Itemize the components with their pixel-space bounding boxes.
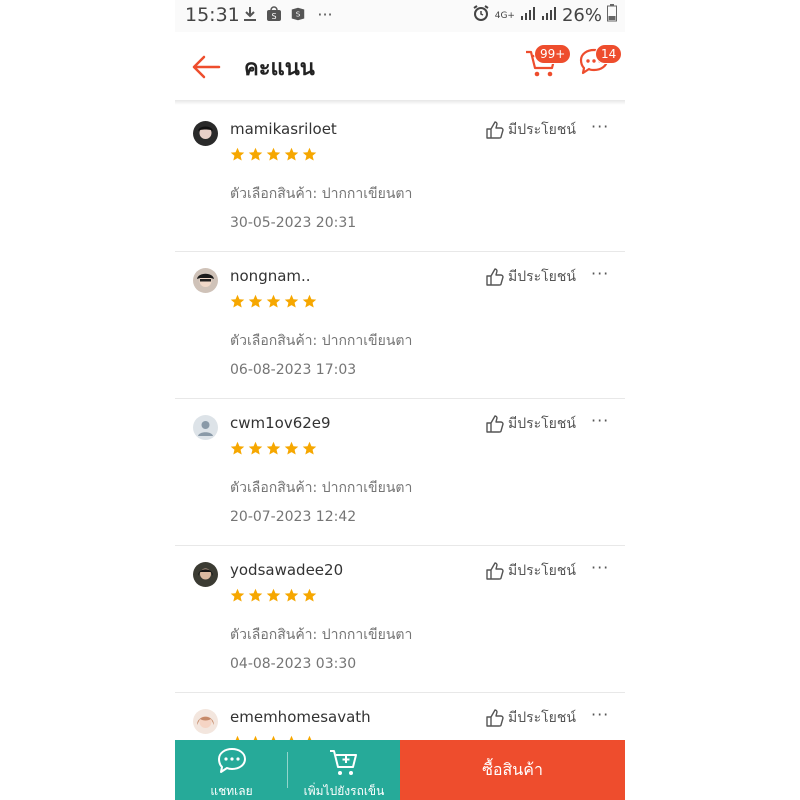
star-icon [248, 294, 263, 308]
avatar[interactable] [193, 268, 218, 293]
shopee-icon: S [266, 6, 282, 22]
shopee-bag-icon: S [290, 6, 306, 22]
review-item: cwm1ov62e9 มีประโยชน์ ··· ตัวเลือกสินค้า… [175, 399, 625, 546]
cart-count-badge: 99+ [534, 44, 572, 64]
helpful-button[interactable]: มีประโยชน์ [486, 119, 576, 141]
star-icon [266, 147, 281, 161]
star-rating [230, 588, 317, 603]
star-icon [230, 588, 245, 602]
review-username: yodsawadee20 [230, 561, 344, 579]
review-date: 04-08-2023 03:30 [230, 656, 357, 672]
star-rating [230, 441, 317, 456]
star-icon [248, 441, 263, 455]
star-icon [302, 294, 317, 308]
helpful-button[interactable]: มีประโยชน์ [486, 413, 576, 435]
review-variation: ตัวเลือกสินค้า: ปากกาเขียนตา [230, 333, 413, 349]
arrow-left-icon [192, 55, 221, 79]
star-icon [284, 588, 299, 602]
review-date: 30-05-2023 20:31 [230, 215, 357, 231]
helpful-label: มีประโยชน์ [508, 122, 576, 138]
thumbs-up-icon [486, 121, 504, 139]
review-item: mamikasriloet มีประโยชน์ ··· ตัวเลือกสิน… [175, 105, 625, 252]
avatar[interactable] [193, 709, 218, 734]
helpful-label: มีประโยชน์ [508, 416, 576, 432]
chat-bubble-icon [217, 748, 246, 773]
thumbs-up-icon [486, 268, 504, 286]
battery-percent: 26% [561, 5, 602, 26]
avatar[interactable] [193, 562, 218, 587]
review-item: nongnam.. มีประโยชน์ ··· ตัวเลือกสินค้า:… [175, 252, 625, 399]
star-icon [266, 588, 281, 602]
app-screen: 15:31 S S ··· 4G+ 26% คะแนน 99+ 14 mamik… [175, 0, 625, 800]
star-icon [248, 588, 263, 602]
star-icon [284, 294, 299, 308]
review-variation: ตัวเลือกสินค้า: ปากกาเขียนตา [230, 627, 413, 643]
page-title: คะแนน [244, 56, 315, 81]
network-type: 4G+ [494, 10, 515, 21]
add-to-cart-label: เพิ่มไปยังรถเข็น [303, 784, 385, 798]
more-options-icon[interactable]: ··· [591, 705, 609, 724]
thumbs-up-icon [486, 562, 504, 580]
star-rating [230, 147, 317, 162]
review-variation: ตัวเลือกสินค้า: ปากกาเขียนตา [230, 186, 413, 202]
bottom-action-bar: แชทเลย เพิ่มไปยังรถเข็น ซื้อสินค้า [175, 740, 625, 800]
star-icon [284, 147, 299, 161]
add-to-cart-icon [330, 750, 357, 775]
helpful-label: มีประโยชน์ [508, 563, 576, 579]
review-username: cwm1ov62e9 [230, 414, 331, 432]
svg-text:S: S [271, 12, 276, 21]
review-date: 20-07-2023 12:42 [230, 509, 357, 525]
star-icon [230, 147, 245, 161]
review-username: mamikasriloet [230, 120, 337, 138]
chat-count-badge: 14 [595, 44, 623, 64]
avatar[interactable] [193, 121, 218, 146]
svg-text:S: S [296, 10, 301, 19]
avatar[interactable] [193, 415, 218, 440]
helpful-button[interactable]: มีประโยชน์ [486, 266, 576, 288]
star-icon [284, 441, 299, 455]
add-to-cart-button[interactable]: เพิ่มไปยังรถเข็น [288, 740, 400, 800]
helpful-button[interactable]: มีประโยชน์ [486, 707, 576, 729]
app-header: คะแนน [175, 32, 625, 100]
more-options-icon[interactable]: ··· [591, 558, 609, 577]
star-icon [266, 294, 281, 308]
review-list: mamikasriloet มีประโยชน์ ··· ตัวเลือกสิน… [175, 105, 625, 800]
battery-icon [607, 4, 617, 27]
thumbs-up-icon [486, 415, 504, 433]
buy-now-button[interactable]: ซื้อสินค้า [400, 740, 625, 800]
helpful-label: มีประโยชน์ [508, 710, 576, 726]
star-icon [230, 441, 245, 455]
review-username: ememhomesavath [230, 708, 371, 726]
buy-now-label: ซื้อสินค้า [482, 759, 543, 779]
review-username: nongnam.. [230, 267, 311, 285]
chat-now-button[interactable]: แชทเลย [175, 740, 288, 800]
review-variation: ตัวเลือกสินค้า: ปากกาเขียนตา [230, 480, 413, 496]
more-options-icon[interactable]: ··· [591, 117, 609, 136]
chat-now-label: แชทเลย [210, 784, 253, 798]
review-item: yodsawadee20 มีประโยชน์ ··· ตัวเลือกสินค… [175, 546, 625, 693]
star-icon [302, 147, 317, 161]
more-options-icon[interactable]: ··· [591, 411, 609, 430]
star-icon [266, 441, 281, 455]
star-icon [302, 588, 317, 602]
helpful-button[interactable]: มีประโยชน์ [486, 560, 576, 582]
status-time: 15:31 [185, 4, 240, 26]
signal-icon-2 [541, 5, 557, 26]
helpful-label: มีประโยชน์ [508, 269, 576, 285]
more-options-icon[interactable]: ··· [591, 264, 609, 283]
download-icon [242, 6, 258, 22]
more-dots-icon: ··· [317, 4, 333, 24]
star-icon [302, 441, 317, 455]
star-rating [230, 294, 317, 309]
alarm-icon [472, 4, 490, 27]
thumbs-up-icon [486, 709, 504, 727]
back-button[interactable] [189, 50, 223, 84]
signal-icon [520, 5, 536, 26]
review-date: 06-08-2023 17:03 [230, 362, 357, 378]
star-icon [230, 294, 245, 308]
status-bar: 15:31 S S ··· 4G+ 26% [175, 0, 625, 32]
star-icon [248, 147, 263, 161]
